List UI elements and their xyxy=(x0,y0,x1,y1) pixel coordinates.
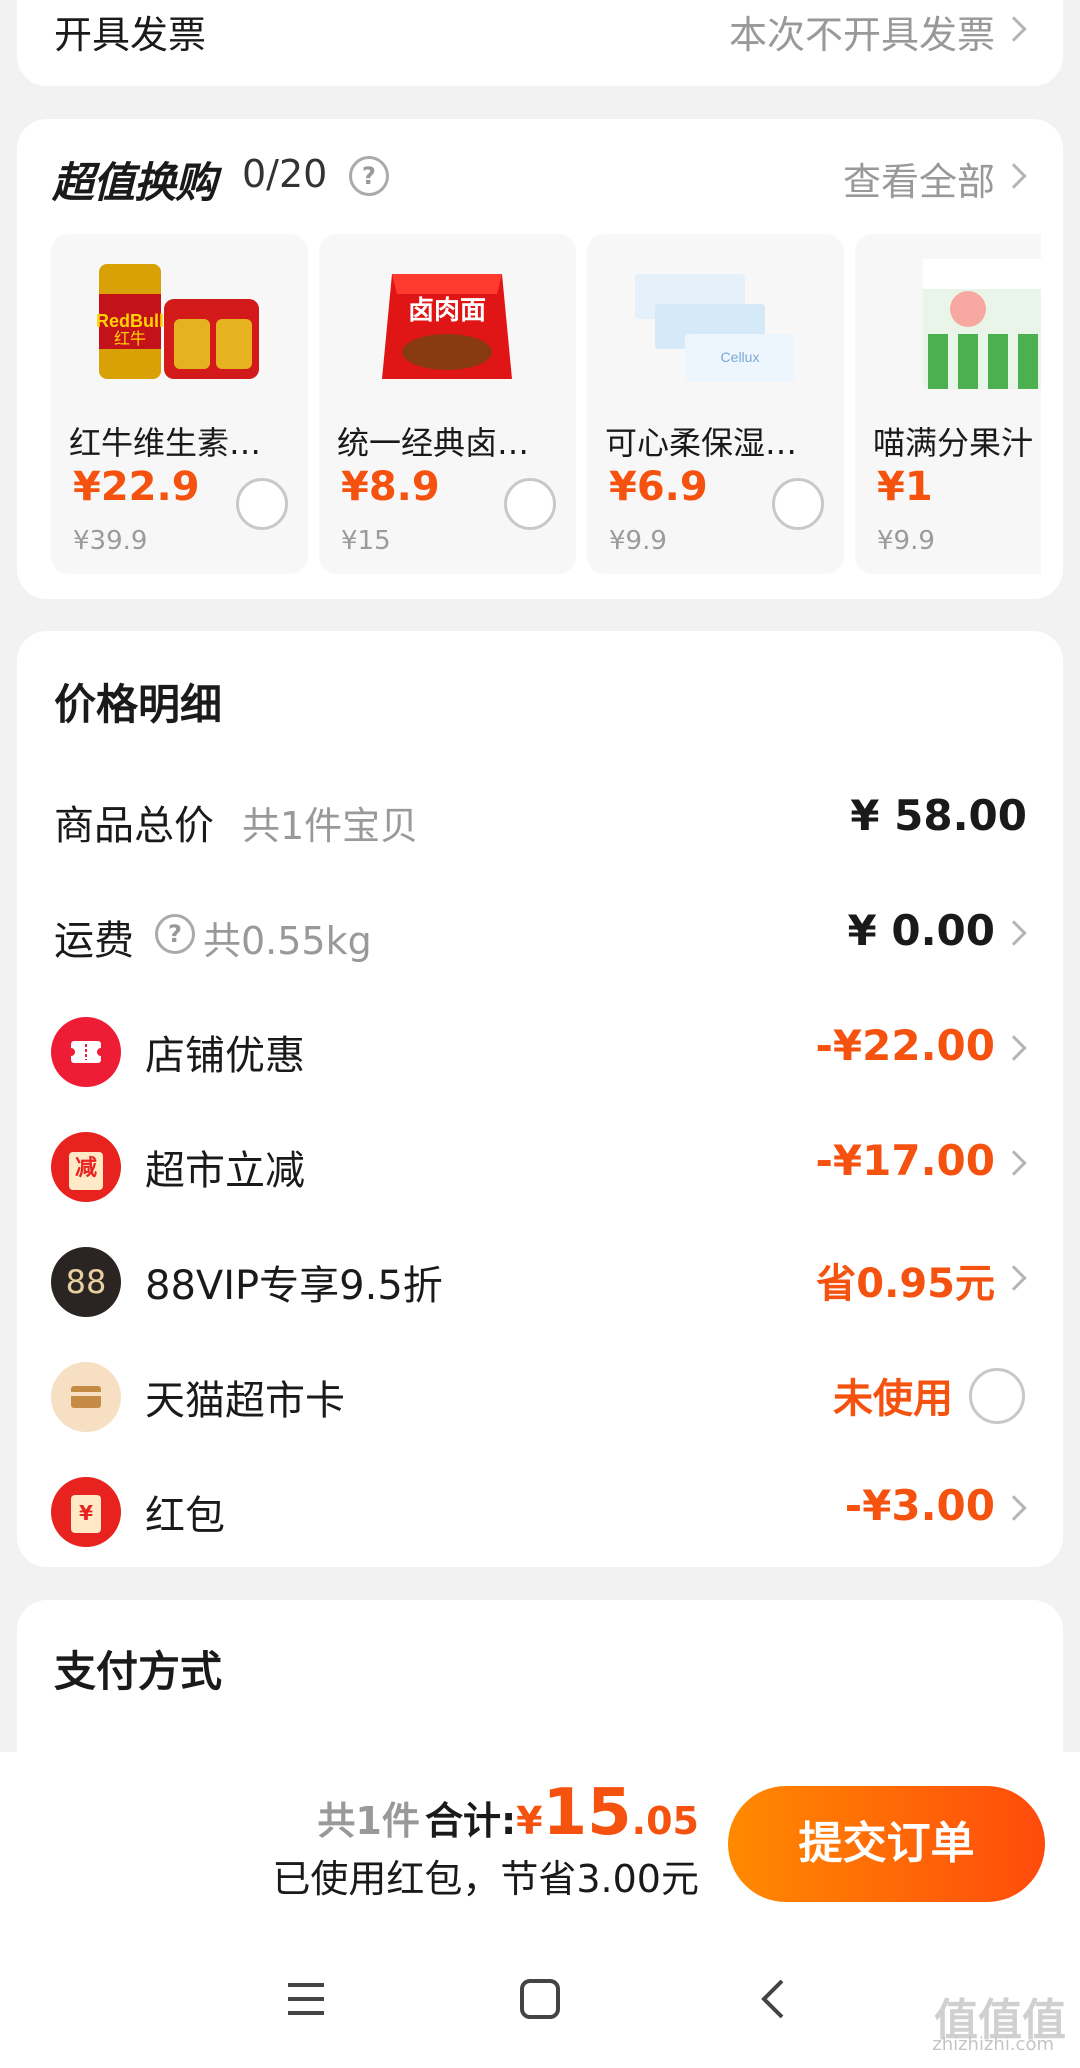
exchange-product-list: RedBull 红牛 红牛维生素… ¥22.9 ¥39.9 卤肉面 统一经典卤…… xyxy=(51,234,1041,574)
price-detail-card: 价格明细 商品总价 共1件宝贝 ¥ 58.00 运费 ? 共0.55kg ¥ 0… xyxy=(17,631,1063,1567)
red-packet-icon: ¥ xyxy=(51,1477,121,1547)
discount-value: -¥22.00 xyxy=(815,1021,995,1070)
red-bull-can-image: RedBull 红牛 xyxy=(96,264,259,379)
red-packet-row[interactable]: ¥ 红包 -¥3.00 xyxy=(17,1459,1063,1559)
red-packet-icon-text: ¥ xyxy=(71,1495,101,1533)
total-decimal: .05 xyxy=(631,1799,699,1843)
product-select-radio[interactable] xyxy=(772,478,824,530)
discount-value: 省0.95元 xyxy=(816,1261,995,1307)
product-original-price: ¥15 xyxy=(341,526,391,556)
product-name: 统一经典卤… xyxy=(337,424,530,462)
product-card[interactable]: 喵满分果汁 ¥1 ¥9.9 xyxy=(855,234,1041,574)
goods-total-row: 商品总价 共1件宝贝 ¥ 58.00 xyxy=(17,769,1063,869)
submit-order-button[interactable]: 提交订单 xyxy=(728,1786,1045,1902)
discount-label: 红包 xyxy=(145,1493,225,1539)
shipping-row[interactable]: 运费 ? 共0.55kg ¥ 0.00 xyxy=(17,884,1063,984)
payment-method-title: 支付方式 xyxy=(54,1647,223,1696)
discount-label: 天猫超市卡 xyxy=(145,1378,345,1424)
invoice-label: 开具发票 xyxy=(54,13,207,57)
juice-jelly-image xyxy=(923,259,1041,389)
supermarket-card-row[interactable]: 天猫超市卡 未使用 xyxy=(17,1344,1063,1444)
supermarket-reduce-row[interactable]: 减 超市立减 -¥17.00 xyxy=(17,1114,1063,1214)
invoice-value[interactable]: 本次不开具发票 xyxy=(729,4,995,59)
help-icon[interactable]: ? xyxy=(155,914,195,954)
product-card[interactable]: Cellux 可心柔保湿… ¥6.9 ¥9.9 xyxy=(587,234,844,574)
goods-total-sub: 共1件宝贝 xyxy=(242,804,419,848)
svg-text:卤肉面: 卤肉面 xyxy=(408,295,486,325)
checkout-bar: 共1件 合计:¥15.05 已使用红包，节省3.00元 提交订单 xyxy=(0,1752,1080,2068)
card-select-radio[interactable] xyxy=(969,1368,1025,1424)
product-price: ¥6.9 xyxy=(609,464,708,510)
shipping-value: ¥ 0.00 xyxy=(847,906,995,955)
home-icon[interactable] xyxy=(518,1977,562,2025)
discount-label: 88VIP专享9.5折 xyxy=(145,1263,443,1309)
order-total: 共1件 合计:¥15.05 xyxy=(317,1776,699,1850)
instant-noodle-pack-image: 卤肉面 xyxy=(382,274,512,379)
help-icon[interactable]: ? xyxy=(349,156,389,196)
discount-value: 未使用 xyxy=(833,1376,953,1422)
product-name: 红牛维生素… xyxy=(69,424,262,462)
back-icon[interactable] xyxy=(752,1977,796,2025)
chevron-right-icon xyxy=(1001,1265,1027,1291)
product-select-radio[interactable] xyxy=(504,478,556,530)
price-detail-title: 价格明细 xyxy=(54,680,223,729)
shipping-label: 运费 xyxy=(54,918,134,964)
menu-icon[interactable] xyxy=(284,1977,328,2025)
discount-label: 店铺优惠 xyxy=(145,1033,305,1079)
item-count: 共1件 xyxy=(317,1799,420,1843)
svg-text:Cellux: Cellux xyxy=(721,349,760,365)
shop-discount-row[interactable]: 店铺优惠 -¥22.00 xyxy=(17,999,1063,1099)
product-card[interactable]: RedBull 红牛 红牛维生素… ¥22.9 ¥39.9 xyxy=(51,234,308,574)
product-price: ¥8.9 xyxy=(341,464,440,510)
goods-total-label: 商品总价 xyxy=(54,803,214,849)
vip-discount-row[interactable]: 88 88VIP专享9.5折 省0.95元 xyxy=(17,1229,1063,1329)
watermark-url: zhizhizhi.com xyxy=(932,2034,1054,2055)
reduce-icon: 减 xyxy=(51,1132,121,1202)
discount-value: -¥3.00 xyxy=(844,1481,995,1530)
chevron-right-icon xyxy=(1001,920,1027,946)
vip88-icon: 88 xyxy=(51,1247,121,1317)
exchange-card: 超值换购 0/20 ? 查看全部 RedBull 红牛 红牛维生素… ¥22.9… xyxy=(17,119,1063,599)
chevron-right-icon xyxy=(1001,1035,1027,1061)
product-select-radio[interactable] xyxy=(236,478,288,530)
exchange-count: 0/20 xyxy=(242,152,328,196)
discount-value: -¥17.00 xyxy=(815,1136,995,1185)
chevron-right-icon xyxy=(1001,1150,1027,1176)
total-currency: ¥ xyxy=(516,1799,543,1843)
view-all-link[interactable]: 查看全部 xyxy=(843,151,995,206)
shipping-sub: 共0.55kg xyxy=(203,919,372,963)
total-integer: 15 xyxy=(542,1776,632,1850)
product-card[interactable]: 卤肉面 统一经典卤… ¥8.9 ¥15 xyxy=(319,234,576,574)
product-original-price: ¥9.9 xyxy=(609,526,667,556)
goods-total-value: ¥ 58.00 xyxy=(850,791,1027,840)
svg-text:红牛: 红牛 xyxy=(114,330,146,348)
tissue-pack-image: Cellux xyxy=(635,274,795,382)
product-name: 喵满分果汁 xyxy=(873,424,1034,462)
product-price: ¥22.9 xyxy=(73,464,200,510)
saved-note: 已使用红包，节省3.00元 xyxy=(272,1857,699,1901)
reduce-icon-text: 减 xyxy=(69,1152,103,1190)
chevron-right-icon xyxy=(1001,16,1027,42)
discount-label: 超市立减 xyxy=(145,1148,305,1194)
svg-text:RedBull: RedBull xyxy=(96,311,164,331)
product-price: ¥1 xyxy=(877,464,933,510)
chevron-right-icon xyxy=(1001,163,1027,189)
product-name: 可心柔保湿… xyxy=(605,424,798,462)
product-original-price: ¥39.9 xyxy=(73,526,148,556)
product-original-price: ¥9.9 xyxy=(877,526,935,556)
exchange-title: 超值换购 xyxy=(52,158,217,207)
total-label: 合计: xyxy=(424,1799,517,1843)
card-icon xyxy=(51,1362,121,1432)
chevron-right-icon xyxy=(1001,1495,1027,1521)
invoice-card[interactable]: 开具发票 本次不开具发票 xyxy=(17,0,1063,86)
ticket-icon xyxy=(51,1017,121,1087)
